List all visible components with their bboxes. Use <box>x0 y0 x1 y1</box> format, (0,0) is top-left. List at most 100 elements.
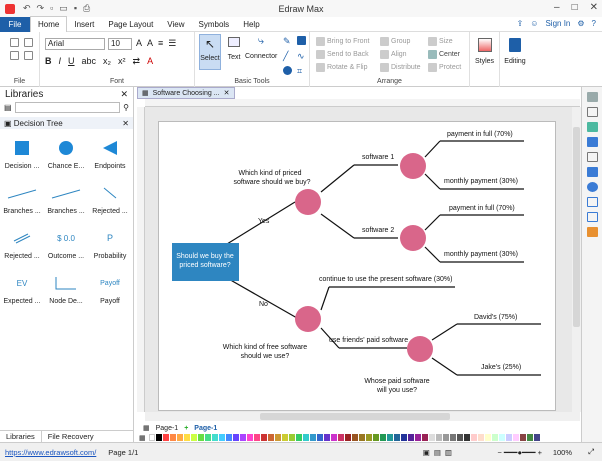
user-icon[interactable]: ☺ <box>530 19 538 28</box>
close-libraries-icon[interactable]: ✕ <box>120 89 128 100</box>
crop-icon[interactable]: ⌗ <box>297 66 307 77</box>
zoom-slider[interactable]: − ━━━●━━━ + <box>497 448 542 457</box>
align-button[interactable]: Align <box>380 50 407 59</box>
zoom-level[interactable]: 100% <box>553 448 572 457</box>
chance-node-software-1[interactable] <box>400 153 426 179</box>
shape-rejected-1[interactable]: Rejected ... <box>90 178 130 223</box>
curve-icon[interactable]: ∿ <box>297 51 307 62</box>
page-menu-icon[interactable]: ▦ <box>143 424 150 432</box>
menu-home[interactable]: Home <box>30 16 68 32</box>
menu-insert[interactable]: Insert <box>67 17 101 32</box>
pen-icon[interactable]: ✎ <box>283 36 293 47</box>
attachment-panel-icon[interactable] <box>586 197 598 207</box>
text-direction-icon[interactable]: ⇄ <box>133 56 141 67</box>
decision-tree-diagram[interactable]: Should we buy the priced software? Yes N… <box>159 122 557 412</box>
center-button[interactable]: Center <box>428 50 460 59</box>
horizontal-scroll-thumb[interactable] <box>260 413 450 420</box>
history-panel-icon[interactable] <box>586 227 598 237</box>
distribute-button[interactable]: Distribute <box>380 63 421 72</box>
superscript-icon[interactable]: x² <box>118 56 126 67</box>
font-name-select[interactable]: Arial <box>45 38 105 50</box>
view-fit-icon[interactable]: ▤ <box>434 448 441 457</box>
strikethrough-icon[interactable]: abc <box>82 56 97 67</box>
rotate-flip-button[interactable]: Rotate & Flip <box>316 63 367 72</box>
new-file-icon[interactable] <box>10 38 19 47</box>
line-panel-icon[interactable] <box>586 107 598 117</box>
vertical-scrollbar[interactable] <box>572 107 581 412</box>
sign-in-link[interactable]: Sign In <box>545 19 570 28</box>
italic-icon[interactable]: I <box>59 56 62 67</box>
group-button[interactable]: Group <box>380 37 410 46</box>
underline-icon[interactable]: U <box>68 56 75 67</box>
subscript-icon[interactable]: x₂ <box>103 56 111 67</box>
view-fullscreen-icon[interactable]: ▥ <box>445 448 452 457</box>
select-tool-button[interactable]: ↖ Select <box>199 34 221 70</box>
shrink-font-icon[interactable]: A <box>147 38 153 49</box>
fill-icon[interactable] <box>297 36 306 45</box>
document-tab[interactable]: ▦ Software Choosing ... ✕ <box>137 87 235 99</box>
help-icon[interactable]: ? <box>592 19 596 28</box>
close-button[interactable]: ✕ <box>590 2 598 13</box>
shape-endpoints[interactable]: Endpoints <box>90 133 130 178</box>
library-menu-icon[interactable]: ▤ <box>4 103 12 112</box>
ellipse-icon[interactable] <box>283 66 292 75</box>
send-to-back-button[interactable]: Send to Back <box>316 50 369 59</box>
layers-panel-icon[interactable] <box>586 152 598 162</box>
chance-node-software-2[interactable] <box>400 225 426 251</box>
close-category-icon[interactable]: ✕ <box>122 119 129 128</box>
shape-decision-node[interactable]: Decision ... <box>2 133 42 178</box>
tab-file-recovery[interactable]: File Recovery <box>42 431 100 442</box>
open-icon[interactable]: ▭ <box>59 3 68 14</box>
font-size-select[interactable]: 10 <box>108 38 132 50</box>
tab-libraries[interactable]: Libraries <box>0 431 42 442</box>
file-menu[interactable]: File <box>0 16 30 32</box>
shape-probability[interactable]: P Probability <box>90 223 130 268</box>
page-tab[interactable]: Page-1 <box>194 425 217 432</box>
editing-button[interactable]: Editing <box>500 32 530 87</box>
menu-symbols[interactable]: Symbols <box>192 17 237 32</box>
redo-icon[interactable]: ↷ <box>37 3 45 14</box>
shadow-panel-icon[interactable] <box>586 122 598 132</box>
bullets-icon[interactable]: ☰ <box>168 38 176 49</box>
shape-outcome[interactable]: $ 0.0 Outcome ... <box>46 223 86 268</box>
styles-button[interactable]: Styles <box>470 32 500 87</box>
bring-to-front-button[interactable]: Bring to Front <box>316 37 369 46</box>
save-icon[interactable]: ▪ <box>74 3 77 14</box>
share-icon[interactable]: ⇪ <box>517 19 524 28</box>
protect-button[interactable]: Protect <box>428 63 461 72</box>
maximize-button[interactable]: □ <box>572 2 578 13</box>
menu-page-layout[interactable]: Page Layout <box>101 17 160 32</box>
size-button[interactable]: Size <box>428 37 453 46</box>
chance-node-priced[interactable] <box>295 189 321 215</box>
shape-rejected-2[interactable]: Rejected ... <box>2 223 42 268</box>
chance-node-friends[interactable] <box>407 336 433 362</box>
search-icon[interactable]: ⚲ <box>123 103 129 112</box>
open-file-icon[interactable] <box>24 38 33 47</box>
save-file-icon[interactable] <box>10 51 19 60</box>
color-palette[interactable]: ▦ <box>137 433 581 442</box>
shape-expected[interactable]: EV Expected ... <box>2 268 42 313</box>
shape-branches-1[interactable]: Branches ... <box>2 178 42 223</box>
navigator-panel-icon[interactable] <box>586 182 598 192</box>
fit-window-icon[interactable]: ⤢ <box>588 447 594 457</box>
grow-font-icon[interactable]: A <box>136 38 142 49</box>
shape-chance-event[interactable]: Chance E... <box>46 133 86 178</box>
view-normal-icon[interactable]: ▣ <box>423 448 430 457</box>
shape-branches-2[interactable]: Branches ... <box>46 178 86 223</box>
canvas-area[interactable]: Should we buy the priced software? Yes N… <box>145 107 572 412</box>
align-center-icon[interactable]: ≡ <box>158 38 163 49</box>
horizontal-scrollbar[interactable] <box>145 412 580 421</box>
shape-payoff[interactable]: Payoff Payoff <box>90 268 130 313</box>
library-search-input[interactable] <box>14 101 121 113</box>
text-tool-button[interactable]: Text <box>224 34 244 70</box>
image-panel-icon[interactable] <box>586 137 598 147</box>
minimize-button[interactable]: – <box>554 2 560 13</box>
vertical-scroll-thumb[interactable] <box>573 127 580 327</box>
data-panel-icon[interactable] <box>586 167 598 177</box>
settings-icon[interactable]: ⚙ <box>577 19 584 28</box>
line-icon[interactable]: ╱ <box>283 51 293 62</box>
print-icon[interactable]: ⎙ <box>83 3 90 14</box>
drawing-page[interactable]: Should we buy the priced software? Yes N… <box>158 121 556 411</box>
bold-icon[interactable]: B <box>45 56 52 67</box>
shape-node-decision[interactable]: Node De... <box>46 268 86 313</box>
